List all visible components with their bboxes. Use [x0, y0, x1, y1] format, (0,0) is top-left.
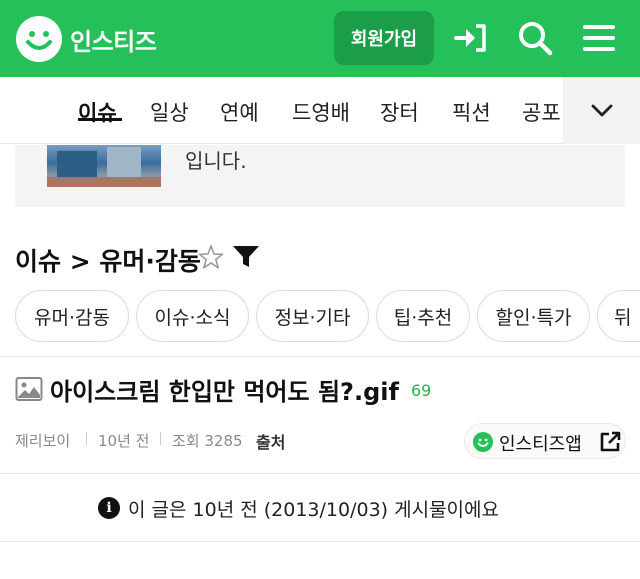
post-title[interactable]: 아이스크림 한입만 먹어도 됨?.gif [50, 372, 399, 407]
image-icon [15, 377, 43, 401]
chevron-down-icon [591, 104, 613, 117]
chip-humor[interactable]: 유머·감동 [15, 290, 129, 342]
divider [0, 356, 640, 357]
chip-more[interactable]: 뒤 [597, 290, 640, 342]
smile-logo-icon [473, 432, 493, 452]
subcategory-chips: 유머·감동 이슈·소식 정보·기타 팁·추천 할인·특가 뒤 [0, 290, 640, 344]
divider [0, 541, 640, 542]
search-icon[interactable] [515, 18, 555, 58]
meta-separator [86, 432, 87, 445]
filter-icon[interactable] [232, 245, 260, 269]
external-link-icon [600, 431, 621, 452]
tab-issue[interactable]: 이슈 [78, 97, 117, 127]
post-author[interactable]: 제리보이 [15, 430, 70, 451]
app-button-label: 인스티즈앱 [499, 434, 582, 455]
tab-drama[interactable]: 드영배 [292, 97, 350, 127]
menu-icon[interactable] [579, 18, 619, 58]
star-icon[interactable] [198, 244, 224, 270]
tab-entertainment[interactable]: 연예 [220, 97, 259, 127]
smile-logo-icon[interactable] [16, 16, 62, 62]
meta-separator [160, 432, 161, 445]
chip-info[interactable]: 정보·기타 [256, 290, 369, 342]
tab-fiction[interactable]: 픽션 [452, 97, 491, 127]
notice-text: 입니다. [185, 149, 247, 173]
tab-daily[interactable]: 일상 [150, 97, 189, 127]
chip-tips[interactable]: 팁·추천 [376, 290, 470, 342]
login-icon[interactable] [452, 18, 492, 58]
page-title: 이슈 > 유머·감동 [15, 247, 201, 276]
divider [0, 473, 640, 474]
post-age-notice: 이 글은 10년 전 (2013/10/03) 게시물이에요 [128, 499, 499, 521]
open-app-button[interactable]: 인스티즈앱 [464, 423, 626, 459]
tab-horror[interactable]: 공포 [522, 97, 561, 127]
post-time: 10년 전 [98, 432, 150, 450]
notice-banner[interactable]: 입니다. [15, 145, 625, 207]
join-button[interactable]: 회원가입 [334, 11, 434, 65]
post-views: 조회 3285 [172, 432, 243, 450]
tabs-expand-button[interactable] [563, 77, 640, 144]
tab-market[interactable]: 장터 [380, 97, 419, 127]
comment-count: 69 [411, 381, 432, 400]
chip-sale[interactable]: 할인·특가 [477, 290, 590, 342]
brand-name[interactable]: 인스티즈 [70, 22, 157, 57]
top-header: 인스티즈 회원가입 [0, 0, 640, 77]
active-tab-indicator [78, 118, 122, 121]
info-icon: i [98, 497, 120, 519]
category-tabs: 이슈 일상 연예 드영배 장터 픽션 공포 [0, 77, 640, 144]
chip-issue-news[interactable]: 이슈·소식 [136, 290, 249, 342]
notice-thumbnail [47, 145, 161, 187]
post-source[interactable]: 출처 [256, 429, 285, 453]
